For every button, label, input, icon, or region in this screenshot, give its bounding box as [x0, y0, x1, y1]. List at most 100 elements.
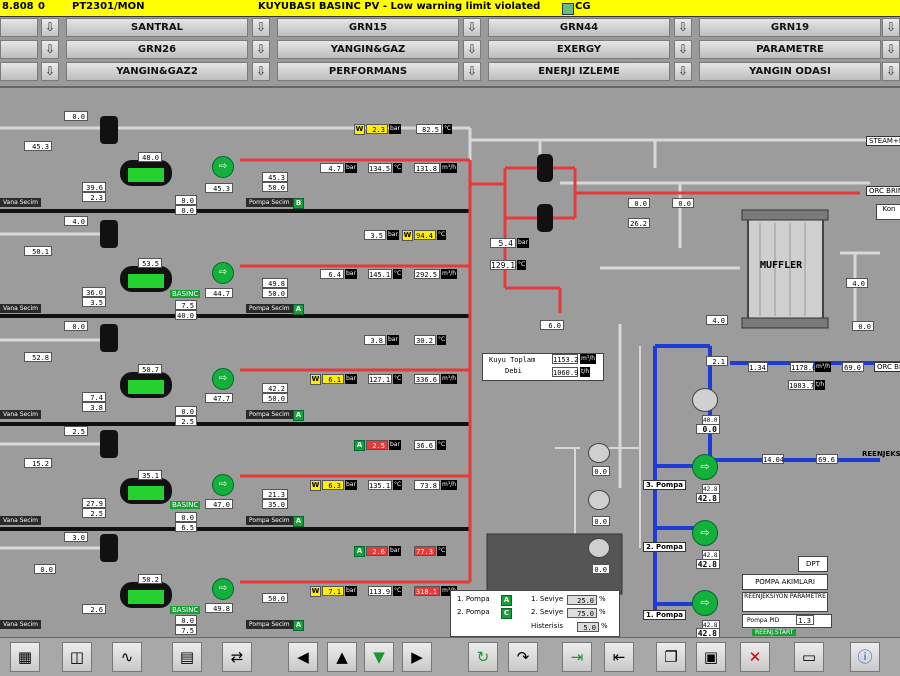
well4-flow: 73.8 [414, 480, 440, 490]
well3-badge: 6.1 [322, 374, 344, 384]
nav-arrow-icon[interactable]: ⇩ [41, 18, 59, 37]
nav-yangin-gaz[interactable]: YANGIN&GAZ [277, 40, 459, 59]
well-pump-icon[interactable]: ⇨ [212, 368, 234, 390]
well5-vana-secim[interactable]: Vana Secim [0, 620, 42, 629]
well4-badge: 2.5 [366, 440, 388, 450]
well2-vana-secim[interactable]: Vana Secim [0, 304, 42, 313]
well2-pompa-mode[interactable]: A [293, 304, 304, 315]
nav-yangin-gaz2[interactable]: YANGIN&GAZ2 [66, 62, 248, 81]
reinj-pump-icon[interactable] [692, 388, 718, 412]
monitor-icon[interactable]: ▭ [794, 642, 824, 672]
separator-vessel[interactable] [120, 372, 172, 398]
well4-b: 6.5 [175, 522, 197, 532]
delete-icon[interactable]: ✕ [740, 642, 770, 672]
nav-grn15[interactable]: GRN15 [277, 18, 459, 37]
reenjeksiyon-parametre-button[interactable]: REENJEKSIYON PARAMETRE [742, 592, 828, 612]
alarm-flag-icon [562, 3, 574, 15]
nav-left-stub[interactable] [0, 18, 38, 37]
nav-arrow-icon[interactable]: ⇩ [252, 62, 270, 81]
drain-pump-icon[interactable] [588, 490, 610, 510]
histerisis-value[interactable]: 5.0 [577, 622, 599, 632]
well2-pompa-secim[interactable]: Pompa Secim [246, 304, 293, 313]
nav-arrow-icon[interactable]: ⇩ [674, 40, 692, 59]
separator-vessel[interactable] [120, 266, 172, 292]
logout-icon[interactable]: ⇤ [604, 642, 634, 672]
login-icon[interactable]: ⇥ [562, 642, 592, 672]
help-icon[interactable]: ⓘ [850, 642, 880, 672]
reinj-pump-icon[interactable]: ⇨ [692, 590, 718, 616]
pompa2-state[interactable]: C [501, 608, 512, 619]
well1-vana-secim[interactable]: Vana Secim [0, 198, 42, 207]
redo-icon[interactable]: ↷ [508, 642, 538, 672]
nav-arrow-icon[interactable]: ⇩ [252, 40, 270, 59]
well-pump-icon[interactable]: ⇨ [212, 578, 234, 600]
nav-arrow-icon[interactable]: ⇩ [463, 40, 481, 59]
nav-grn19[interactable]: GRN19 [699, 18, 881, 37]
well4-pompa-mode[interactable]: A [293, 516, 304, 527]
back-icon[interactable]: ◀ [288, 642, 318, 672]
pompa-akimlari-button[interactable]: POMPA AKIMLARI [742, 574, 828, 590]
trend-tag-icon[interactable]: ◫ [62, 642, 92, 672]
well4-t: 36.6 [414, 440, 436, 450]
well1-pompa-mode[interactable]: B [293, 198, 304, 209]
kon-box[interactable]: Kon [876, 204, 900, 220]
well5-pompa-mode[interactable]: A [293, 620, 304, 631]
well5-level: 50.2 [138, 574, 162, 584]
forward-icon[interactable]: ▶ [402, 642, 432, 672]
well5-pompa-secim[interactable]: Pompa Secim [246, 620, 293, 629]
well-pump-icon[interactable]: ⇨ [212, 474, 234, 496]
nav-left-stub[interactable] [0, 40, 38, 59]
nav-exergy[interactable]: EXERGY [488, 40, 670, 59]
nav-arrow-icon[interactable]: ⇩ [882, 40, 900, 59]
reinj-pump-icon[interactable]: ⇨ [692, 454, 718, 480]
alarm-bar[interactable]: 8.808 0 PT2301/MON KUYUBASI BASINC PV - … [0, 0, 900, 17]
overview-icon[interactable]: ▦ [10, 642, 40, 672]
nav-arrow-icon[interactable]: ⇩ [882, 62, 900, 81]
export-icon[interactable]: ⇄ [222, 642, 252, 672]
down-icon[interactable]: ▼ [364, 642, 394, 672]
nav-arrow-icon[interactable]: ⇩ [41, 40, 59, 59]
well4-vana-secim[interactable]: Vana Secim [0, 516, 42, 525]
reenj-start-button[interactable]: REENJ.START [752, 629, 797, 636]
nav-arrow-icon[interactable]: ⇩ [41, 62, 59, 81]
copy-icon[interactable]: ❐ [656, 642, 686, 672]
separator-vessel[interactable] [120, 478, 172, 504]
report-icon[interactable]: ▤ [172, 642, 202, 672]
separator-vessel[interactable] [120, 582, 172, 608]
well-pump-icon[interactable]: ⇨ [212, 262, 234, 284]
nav-arrow-icon[interactable]: ⇩ [252, 18, 270, 37]
drain-pump-icon[interactable] [588, 538, 610, 558]
nav-enerji-izleme[interactable]: ENERJI IZLEME [488, 62, 670, 81]
seviye1-value[interactable]: 25.0 [567, 595, 597, 605]
nav-arrow-icon[interactable]: ⇩ [674, 18, 692, 37]
separator-vessel[interactable] [120, 160, 172, 186]
nav-grn44[interactable]: GRN44 [488, 18, 670, 37]
refresh-icon[interactable]: ↻ [468, 642, 498, 672]
nav-yangin-odasi[interactable]: YANGIN ODASI [699, 62, 881, 81]
well3-pompa-mode[interactable]: A [293, 410, 304, 421]
nav-arrow-icon[interactable]: ⇩ [882, 18, 900, 37]
reinj-pump-icon[interactable]: ⇨ [692, 520, 718, 546]
nav-grn26[interactable]: GRN26 [66, 40, 248, 59]
nav-performans[interactable]: PERFORMANS [277, 62, 459, 81]
nav-arrow-icon[interactable]: ⇩ [463, 62, 481, 81]
dpt-box[interactable]: DPT [798, 556, 828, 572]
drain-pump-icon[interactable] [588, 443, 610, 463]
well3-pompa-secim[interactable]: Pompa Secim [246, 410, 293, 419]
drain-pump3-val: 0.0 [592, 564, 610, 574]
nav-santral[interactable]: SANTRAL [66, 18, 248, 37]
well4-pompa-secim[interactable]: Pompa Secim [246, 516, 293, 525]
seviye2-value[interactable]: 75.0 [567, 608, 597, 618]
well-pump-icon[interactable]: ⇨ [212, 156, 234, 178]
trend-icon[interactable]: ∿ [112, 642, 142, 672]
save-icon[interactable]: ▣ [696, 642, 726, 672]
nav-left-stub[interactable] [0, 62, 38, 81]
nav-parametre[interactable]: PARAMETRE [699, 40, 881, 59]
well3-vana-secim[interactable]: Vana Secim [0, 410, 42, 419]
well1-pompa-secim[interactable]: Pompa Secim [246, 198, 293, 207]
nav-arrow-icon[interactable]: ⇩ [463, 18, 481, 37]
up-icon[interactable]: ▲ [327, 642, 357, 672]
pompa-1-label: 1. Pompa [643, 610, 686, 620]
pompa1-state[interactable]: A [501, 595, 512, 606]
nav-arrow-icon[interactable]: ⇩ [674, 62, 692, 81]
